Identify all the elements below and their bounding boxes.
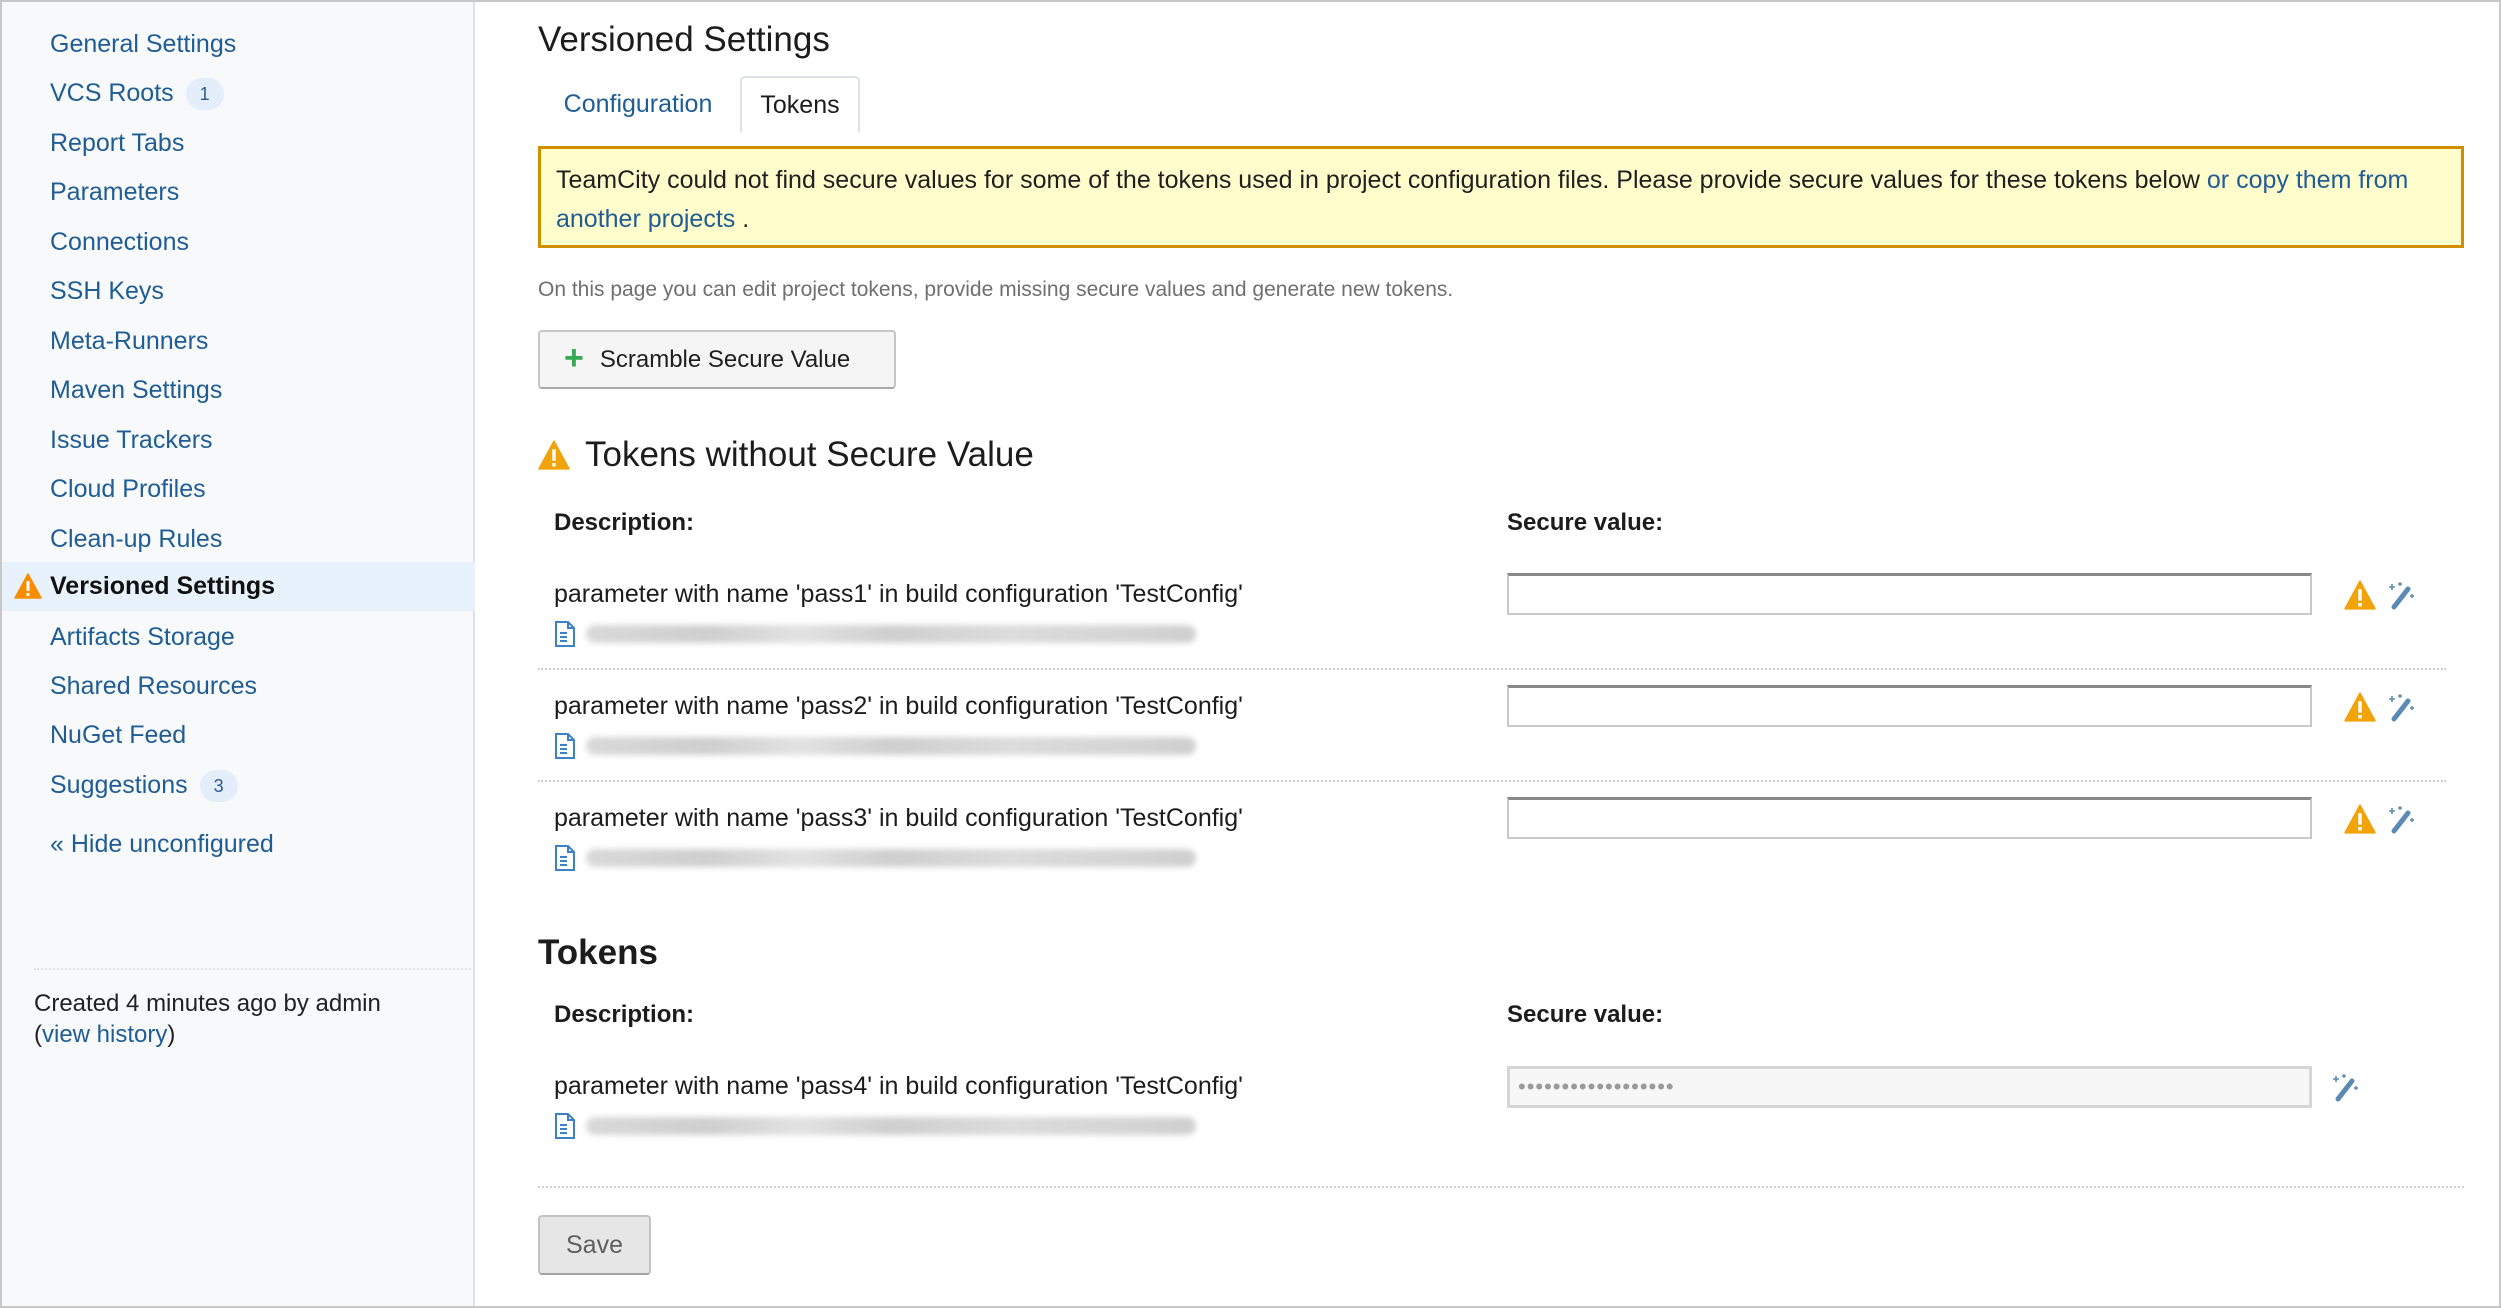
hide-unconfigured-link[interactable]: « Hide unconfigured bbox=[50, 830, 274, 859]
file-icon bbox=[555, 1113, 575, 1139]
row-divider bbox=[538, 780, 2446, 782]
column-header-secure-value: Secure value: bbox=[1507, 1001, 1664, 1028]
sidebar-item-label: VCS Roots bbox=[50, 79, 174, 107]
sidebar-item-maven-settings[interactable]: Maven Settings bbox=[2, 366, 475, 415]
token-file-ref bbox=[554, 732, 1196, 760]
count-badge: 1 bbox=[185, 77, 224, 110]
file-icon bbox=[555, 621, 575, 647]
warning-icon bbox=[14, 573, 42, 599]
column-header-secure-value: Secure value: bbox=[1507, 509, 1664, 536]
secure-value-input[interactable] bbox=[1507, 797, 2312, 839]
plus-icon: + bbox=[564, 339, 584, 377]
section-divider bbox=[538, 1186, 2464, 1188]
sidebar-item-artifacts-storage[interactable]: Artifacts Storage bbox=[2, 613, 475, 662]
sidebar-item-label: NuGet Feed bbox=[50, 721, 187, 749]
sidebar-item-nuget-feed[interactable]: NuGet Feed bbox=[2, 711, 475, 760]
created-info: Created 4 minutes ago by admin (view his… bbox=[34, 988, 381, 1050]
section-tokens: Tokens bbox=[538, 933, 658, 972]
token-description: parameter with name 'pass4' in build con… bbox=[554, 1072, 1243, 1100]
warning-icon bbox=[2344, 804, 2376, 834]
paren-close: ) bbox=[167, 1021, 176, 1048]
blurred-file-path bbox=[586, 737, 1196, 755]
button-label: Scramble Secure Value bbox=[599, 345, 851, 373]
sidebar-item-ssh-keys[interactable]: SSH Keys bbox=[2, 267, 475, 316]
row-divider bbox=[538, 668, 2446, 670]
sidebar-item-suggestions[interactable]: Suggestions 3 bbox=[2, 761, 475, 810]
sidebar-item-label: Meta-Runners bbox=[50, 327, 209, 355]
sidebar-item-label: Issue Trackers bbox=[50, 426, 213, 454]
warning-icon bbox=[2344, 692, 2376, 722]
sidebar-item-label: Versioned Settings bbox=[50, 572, 276, 600]
scramble-secure-value-button[interactable]: + Scramble Secure Value bbox=[538, 330, 896, 389]
secure-value-input[interactable] bbox=[1507, 685, 2312, 727]
tab-configuration[interactable]: Configuration bbox=[538, 76, 738, 132]
sidebar-item-label: SSH Keys bbox=[50, 277, 164, 305]
sidebar-item-label: Artifacts Storage bbox=[50, 623, 235, 651]
sidebar-item-report-tabs[interactable]: Report Tabs bbox=[2, 119, 475, 168]
intro-text: On this page you can edit project tokens… bbox=[538, 278, 1454, 301]
alert-suffix: . bbox=[735, 205, 750, 233]
sidebar-item-label: Maven Settings bbox=[50, 376, 223, 404]
created-text: Created 4 minutes ago by admin bbox=[34, 990, 381, 1017]
sidebar-item-label: Shared Resources bbox=[50, 672, 258, 700]
sidebar-item-issue-trackers[interactable]: Issue Trackers bbox=[2, 416, 475, 465]
page-title: Versioned Settings bbox=[538, 20, 830, 59]
sidebar-item-label: Clean-up Rules bbox=[50, 525, 223, 553]
sidebar-item-parameters[interactable]: Parameters bbox=[2, 168, 475, 217]
token-file-ref bbox=[554, 1112, 1196, 1140]
magic-wand-icon[interactable] bbox=[2330, 1072, 2360, 1102]
token-description: parameter with name 'pass1' in build con… bbox=[554, 580, 1243, 608]
secure-value-input[interactable] bbox=[1507, 573, 2312, 615]
sidebar-item-versioned-settings[interactable]: Versioned Settings bbox=[2, 562, 475, 611]
sidebar-item-label: Connections bbox=[50, 228, 189, 256]
sidebar: General Settings VCS Roots 1 Report Tabs … bbox=[2, 2, 475, 1306]
section-tokens-without-secure-value: Tokens without Secure Value bbox=[538, 435, 1034, 475]
paren-open: ( bbox=[34, 1021, 42, 1048]
column-header-description: Description: bbox=[554, 509, 695, 536]
missing-values-alert: TeamCity could not find secure values fo… bbox=[538, 146, 2464, 248]
warning-icon bbox=[2344, 580, 2376, 610]
sidebar-item-label: Report Tabs bbox=[50, 129, 185, 157]
token-file-ref bbox=[554, 844, 1196, 872]
sidebar-item-label: General Settings bbox=[50, 30, 237, 58]
file-icon bbox=[555, 845, 575, 871]
save-button[interactable]: Save bbox=[538, 1215, 651, 1275]
sidebar-item-shared-resources[interactable]: Shared Resources bbox=[2, 662, 475, 711]
secure-value-input[interactable] bbox=[1507, 1066, 2312, 1108]
alert-text: TeamCity could not find secure values fo… bbox=[556, 166, 2207, 194]
blurred-file-path bbox=[586, 1117, 1196, 1135]
tab-tokens[interactable]: Tokens bbox=[740, 76, 860, 132]
sidebar-item-clean-up-rules[interactable]: Clean-up Rules bbox=[2, 515, 475, 564]
sidebar-item-cloud-profiles[interactable]: Cloud Profiles bbox=[2, 465, 475, 514]
section-title: Tokens without Secure Value bbox=[585, 435, 1034, 474]
sidebar-item-meta-runners[interactable]: Meta-Runners bbox=[2, 317, 475, 366]
sidebar-item-connections[interactable]: Connections bbox=[2, 218, 475, 267]
column-header-description: Description: bbox=[554, 1001, 695, 1028]
token-description: parameter with name 'pass2' in build con… bbox=[554, 692, 1243, 720]
count-badge: 3 bbox=[199, 769, 238, 802]
sidebar-item-label: Cloud Profiles bbox=[50, 475, 206, 503]
sidebar-item-label: Suggestions bbox=[50, 771, 188, 799]
warning-icon bbox=[538, 440, 570, 470]
blurred-file-path bbox=[586, 849, 1196, 867]
sidebar-item-vcs-roots[interactable]: VCS Roots 1 bbox=[2, 69, 475, 118]
sidebar-divider bbox=[34, 968, 475, 970]
sidebar-item-general-settings[interactable]: General Settings bbox=[2, 20, 475, 69]
magic-wand-icon[interactable] bbox=[2386, 692, 2416, 722]
sidebar-item-label: Parameters bbox=[50, 178, 180, 206]
blurred-file-path bbox=[586, 625, 1196, 643]
token-file-ref bbox=[554, 620, 1196, 648]
token-description: parameter with name 'pass3' in build con… bbox=[554, 804, 1243, 832]
view-history-link[interactable]: view history bbox=[42, 1021, 167, 1048]
magic-wand-icon[interactable] bbox=[2386, 580, 2416, 610]
file-icon bbox=[555, 733, 575, 759]
tab-bar: Configuration Tokens bbox=[538, 76, 2468, 132]
magic-wand-icon[interactable] bbox=[2386, 804, 2416, 834]
